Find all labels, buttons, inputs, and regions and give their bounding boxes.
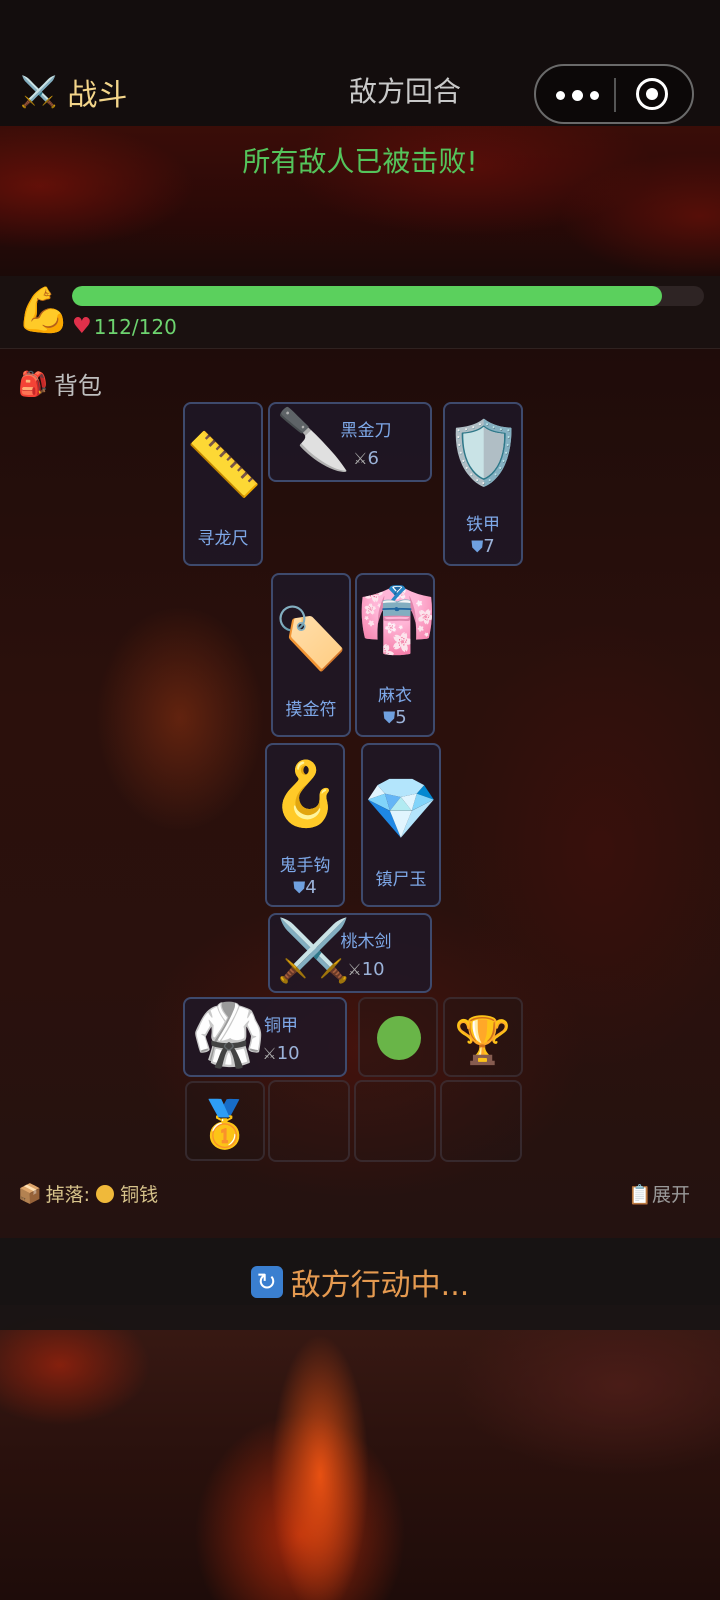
backpack-label: 背包 [53, 372, 102, 400]
item-shield[interactable]: 🛡️ 铁甲 ⛊7 [443, 402, 523, 566]
item-ruler[interactable]: 📏 寻龙尺 [183, 402, 263, 566]
attack-icon: ⚔ [262, 1044, 277, 1063]
close-target-button[interactable] [636, 78, 668, 110]
attack-icon: ⚔ [347, 960, 362, 979]
martial-arts-uniform-icon: 🥋 [191, 1000, 266, 1070]
item-hook[interactable]: 🪝 鬼手钩 ⛊4 [265, 743, 345, 907]
drop-item: 铜钱 [120, 1184, 159, 1206]
item-knife[interactable]: 🔪 黑金刀 ⚔6 [268, 402, 432, 482]
more-button[interactable] [556, 83, 604, 107]
expand-button[interactable]: 📋展开 [628, 1180, 690, 1207]
expand-label: 展开 [651, 1184, 690, 1206]
trophy-icon: 🏆 [454, 1013, 512, 1067]
item-name: 桃木剑 [340, 932, 392, 952]
item-name: 鬼手钩 [279, 856, 331, 876]
defense-icon: ⛊ [383, 708, 396, 727]
header-bar: ⚔️ 战斗 敌方回合 [0, 0, 720, 126]
gem-icon: 💎 [363, 774, 439, 844]
hook-icon: 🪝 [267, 757, 345, 830]
action-bar: ↻ 敌方行动中... [0, 1238, 720, 1330]
item-trophy[interactable]: 🏆 [443, 997, 523, 1077]
hp-bar-fill [72, 286, 662, 306]
defense-icon: ⛊ [471, 537, 484, 556]
backpack-icon: 🎒 [18, 369, 48, 398]
item-stat: ⚔10 [347, 959, 385, 980]
mini-program-capsule [534, 64, 694, 124]
item-name: 寻龙尺 [197, 529, 249, 549]
defense-icon: ⛊ [293, 878, 306, 897]
refresh-icon: ↻ [250, 1266, 283, 1298]
kitchen-knife-icon: 🔪 [276, 405, 351, 475]
item-kimono[interactable]: 👘 麻衣 ⛊5 [355, 573, 437, 737]
drop-info: 📦 掉落: 铜钱 [18, 1180, 158, 1207]
item-name: 镇尸玉 [375, 870, 427, 890]
item-name: 铁甲 [466, 515, 500, 535]
item-orb[interactable] [358, 997, 438, 1077]
page-title: ⚔️ 战斗 [20, 70, 127, 114]
page-title-text: 战斗 [67, 78, 128, 113]
drop-label: 掉落: [45, 1184, 91, 1206]
item-sword[interactable]: ⚔️ 桃木剑 ⚔10 [268, 913, 432, 993]
attack-icon: ⚔ [353, 449, 368, 468]
item-stat: ⛊7 [471, 536, 495, 557]
kimono-icon: 👘 [357, 584, 437, 658]
crossed-swords-icon: ⚔️ [20, 74, 58, 110]
package-icon: 📦 [18, 1183, 42, 1205]
item-stat: ⛊4 [293, 877, 317, 898]
empty-slot[interactable] [354, 1080, 436, 1162]
label-tag-icon: 🏷️ [273, 604, 349, 674]
item-stat: ⛊5 [383, 707, 407, 728]
item-gi[interactable]: 🥋 铜甲 ⚔10 [183, 997, 347, 1077]
first-place-medal-icon: 🥇 [196, 1097, 254, 1151]
green-circle-icon [377, 1016, 421, 1060]
empty-slot[interactable] [440, 1080, 522, 1162]
backpack-header: 🎒 背包 [18, 366, 102, 401]
status-text: 敌方行动中... [290, 1268, 470, 1303]
hp-readout: ♥ 112/120 [72, 314, 177, 339]
item-name: 黑金刀 [340, 421, 392, 441]
heart-icon: ♥ [72, 314, 92, 339]
item-name: 摸金符 [285, 700, 337, 720]
shield-icon: 🛡️ [445, 416, 523, 489]
ruler-icon: 📏 [185, 428, 263, 501]
crossed-swords-icon: ⚔️ [276, 916, 351, 986]
flexed-biceps-icon: 💪 [16, 285, 71, 336]
empty-slot[interactable] [268, 1080, 350, 1162]
coin-icon [96, 1184, 115, 1203]
item-name: 铜甲 [264, 1016, 298, 1036]
enemy-action-status: ↻ 敌方行动中... [0, 1260, 720, 1304]
hp-text: 112/120 [93, 314, 177, 339]
clipboard-icon: 📋 [628, 1184, 652, 1206]
item-tag[interactable]: 🏷️ 摸金符 [271, 573, 351, 737]
turn-status: 敌方回合 [348, 75, 461, 108]
item-medal[interactable]: 🥇 [185, 1081, 265, 1161]
player-status: 💪 ♥ 112/120 [0, 276, 720, 349]
victory-banner: 所有敌人已被击败! [242, 145, 478, 178]
item-gem[interactable]: 💎 镇尸玉 [361, 743, 441, 907]
item-name: 麻衣 [378, 686, 412, 706]
lava-backdrop [0, 1305, 720, 1600]
item-stat: ⚔10 [262, 1043, 300, 1064]
item-stat: ⚔6 [353, 448, 379, 469]
hp-bar [72, 286, 704, 306]
